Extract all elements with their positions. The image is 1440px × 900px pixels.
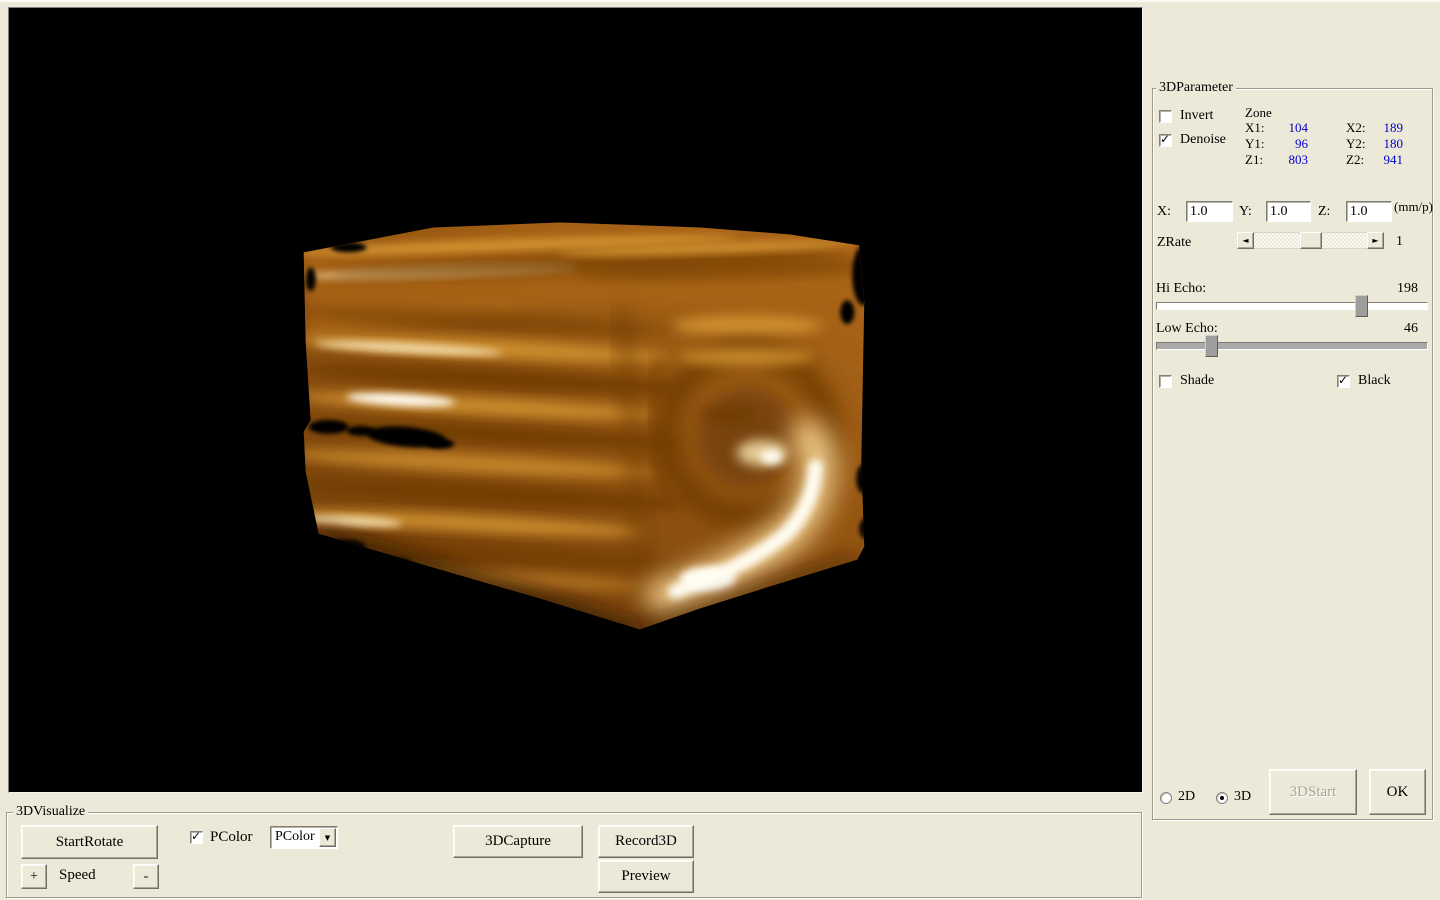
check-icon: ✓ xyxy=(191,829,201,843)
scale-unit-label: (mm/p) xyxy=(1394,199,1433,215)
speed-minus-button[interactable]: - xyxy=(133,864,159,889)
parameter-panel-title: 3DParameter xyxy=(1156,80,1236,96)
x-scale-label: X: xyxy=(1157,204,1171,220)
hi-echo-slider[interactable] xyxy=(1156,295,1428,317)
pcolor-combo-value: PColor xyxy=(275,829,315,845)
denoise-label: Denoise xyxy=(1180,132,1226,148)
zrate-value: 1 xyxy=(1396,234,1403,250)
zone-x1-label: X1: xyxy=(1245,120,1265,136)
visualize-panel: 3DVisualize StartRotate + Speed - ✓ PCol… xyxy=(6,812,1142,898)
start-3d-button[interactable]: 3DStart xyxy=(1269,769,1357,815)
speed-plus-button[interactable]: + xyxy=(21,864,47,889)
mode-3d-label: 3D xyxy=(1234,789,1251,805)
zrate-scrollbar[interactable]: ◄ ► xyxy=(1237,232,1384,249)
scroll-right-icon: ► xyxy=(1372,236,1378,245)
zrate-label: ZRate xyxy=(1157,235,1191,251)
pcolor-combobox[interactable]: PColor ▼ xyxy=(270,826,338,849)
zrate-thumb[interactable] xyxy=(1300,232,1322,249)
zone-x2-value: 189 xyxy=(1363,120,1403,136)
black-checkbox[interactable]: ✓ xyxy=(1337,375,1350,388)
check-icon: ✓ xyxy=(1338,373,1348,387)
capture-3d-button[interactable]: 3DCapture xyxy=(453,825,583,858)
zrate-track[interactable] xyxy=(1254,232,1367,249)
z-scale-input[interactable] xyxy=(1346,201,1392,222)
zone-y1-label: Y1: xyxy=(1245,136,1265,152)
start-rotate-button[interactable]: StartRotate xyxy=(21,825,158,859)
zone-label: Zone xyxy=(1245,105,1272,121)
ok-button[interactable]: OK xyxy=(1369,769,1426,815)
zone-y1-value: 96 xyxy=(1268,136,1308,152)
render-viewport[interactable] xyxy=(8,7,1143,793)
mode-2d-label: 2D xyxy=(1178,789,1195,805)
y-scale-input[interactable] xyxy=(1266,201,1311,222)
invert-label: Invert xyxy=(1180,108,1213,124)
record-3d-button[interactable]: Record3D xyxy=(598,825,694,858)
zone-z1-label: Z1: xyxy=(1245,152,1263,168)
combo-dropdown-button[interactable]: ▼ xyxy=(319,828,336,847)
preview-button[interactable]: Preview xyxy=(598,860,694,893)
zone-z1-value: 803 xyxy=(1268,152,1308,168)
low-echo-track xyxy=(1156,342,1428,350)
low-echo-slider[interactable] xyxy=(1156,335,1428,357)
shade-checkbox[interactable]: ✓ xyxy=(1159,375,1172,388)
zone-y2-value: 180 xyxy=(1363,136,1403,152)
volume-render-3d xyxy=(9,8,1142,792)
invert-checkbox[interactable]: ✓ xyxy=(1159,110,1172,123)
visualize-panel-title: 3DVisualize xyxy=(13,804,88,820)
denoise-checkbox[interactable]: ✓ xyxy=(1159,134,1172,147)
chevron-down-icon: ▼ xyxy=(325,834,330,842)
hi-echo-thumb[interactable] xyxy=(1355,295,1368,317)
zone-x1-value: 104 xyxy=(1268,120,1308,136)
zone-z2-value: 941 xyxy=(1363,152,1403,168)
zone-z2-label: Z2: xyxy=(1346,152,1364,168)
zrate-left-arrow-button[interactable]: ◄ xyxy=(1237,232,1254,249)
zrate-right-arrow-button[interactable]: ► xyxy=(1367,232,1384,249)
hi-echo-track xyxy=(1156,302,1428,310)
black-label: Black xyxy=(1358,373,1391,389)
parameter-panel: 3DParameter ✓ Invert ✓ Denoise Zone X1: … xyxy=(1152,88,1433,820)
app-window: 3DParameter ✓ Invert ✓ Denoise Zone X1: … xyxy=(0,0,1440,900)
z-scale-label: Z: xyxy=(1318,204,1330,220)
pcolor-label: PColor xyxy=(210,829,253,846)
low-echo-thumb[interactable] xyxy=(1205,335,1218,357)
pcolor-checkbox[interactable]: ✓ xyxy=(190,831,203,844)
shade-label: Shade xyxy=(1180,373,1214,389)
check-icon: ✓ xyxy=(1160,132,1170,146)
scroll-left-icon: ◄ xyxy=(1242,236,1248,245)
mode-3d-radio[interactable] xyxy=(1216,792,1228,804)
x-scale-input[interactable] xyxy=(1186,201,1233,222)
speed-label: Speed xyxy=(59,867,96,884)
mode-2d-radio[interactable] xyxy=(1160,792,1172,804)
y-scale-label: Y: xyxy=(1239,204,1252,220)
